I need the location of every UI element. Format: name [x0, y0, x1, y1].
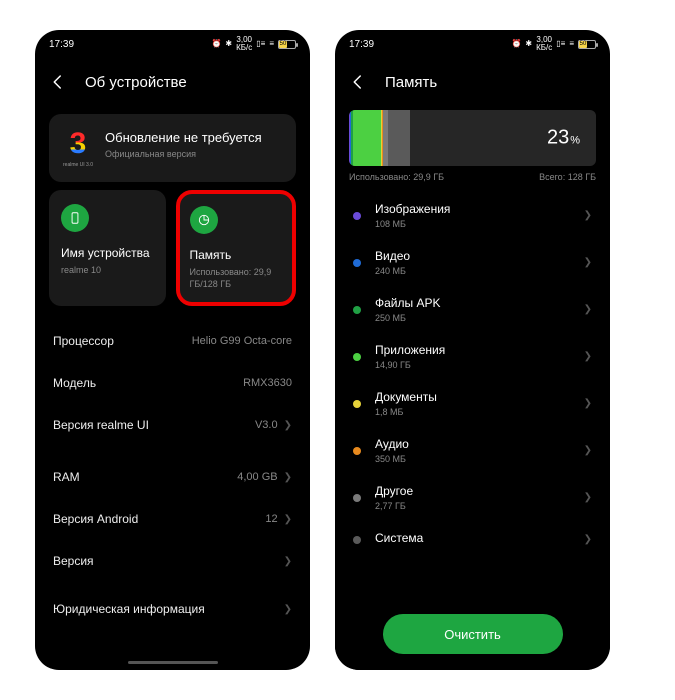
category-title: Другое — [375, 484, 570, 498]
category-title: Видео — [375, 249, 570, 263]
chevron-right-icon: ❯ — [584, 304, 592, 315]
category-dot-icon — [353, 536, 361, 544]
phone-about-device: 17:39 ⏰ ✱ 3,00 КБ/с ▯≡ ≡ 50 Об устройств… — [35, 30, 310, 670]
category-row[interactable]: Система ❯ — [335, 521, 610, 558]
category-row[interactable]: Другое 2,77 ГБ ❯ — [335, 474, 610, 521]
category-dot-icon — [353, 400, 361, 408]
clean-button[interactable]: Очистить — [383, 614, 563, 654]
wifi-like-icon: ≡ — [269, 40, 274, 48]
battery-icon: 50 — [578, 40, 596, 49]
chevron-right-icon: ❯ — [284, 514, 292, 525]
tile-storage[interactable]: Память Использовано: 29,9 ГБ/128 ГБ — [176, 190, 297, 306]
header: Память — [335, 58, 610, 106]
category-title: Документы — [375, 390, 570, 404]
home-indicator[interactable] — [128, 661, 218, 664]
chevron-right-icon: ❯ — [584, 445, 592, 456]
chevron-right-icon: ❯ — [584, 351, 592, 362]
chevron-right-icon: ❯ — [584, 492, 592, 503]
status-icons: ⏰ ✱ 3,00 КБ/с ▯≡ ≡ 50 — [211, 36, 296, 52]
row-android[interactable]: Версия Android 12❯ — [35, 498, 310, 540]
update-card[interactable]: 3 realme UI 3.0 Обновление не требуется … — [49, 114, 296, 182]
category-sub: 250 МБ — [375, 313, 570, 323]
category-dot-icon — [353, 306, 361, 314]
category-sub: 2,77 ГБ — [375, 501, 570, 511]
status-bar: 17:39 ⏰ ✱ 3,00 КБ/с ▯≡ ≡ 50 — [35, 30, 310, 58]
category-sub: 1,8 МБ — [375, 407, 570, 417]
update-text: Обновление не требуется Официальная верс… — [105, 130, 262, 159]
storage-seg — [388, 110, 409, 166]
category-row[interactable]: Видео 240 МБ ❯ — [335, 239, 610, 286]
tiles-row: Имя устройства realme 10 Память Использо… — [49, 190, 296, 306]
chevron-right-icon: ❯ — [284, 604, 292, 615]
category-row[interactable]: Документы 1,8 МБ ❯ — [335, 380, 610, 427]
row-ram[interactable]: RAM 4,00 GB❯ — [35, 456, 310, 498]
wifi-like-icon: ≡ — [569, 40, 574, 48]
realme-ui-logo: 3 realme UI 3.0 — [63, 130, 93, 168]
status-time: 17:39 — [349, 39, 374, 50]
total-label: Всего: 128 ГБ — [539, 172, 596, 182]
category-row[interactable]: Изображения 108 МБ ❯ — [335, 192, 610, 239]
category-title: Файлы APK — [375, 296, 570, 310]
chevron-right-icon: ❯ — [584, 257, 592, 268]
category-title: Изображения — [375, 202, 570, 216]
chevron-right-icon: ❯ — [584, 398, 592, 409]
category-sub: 108 МБ — [375, 219, 570, 229]
status-bar: 17:39 ⏰ ✱ 3,00 КБ/с ▯≡ ≡ 50 — [335, 30, 610, 58]
row-legal[interactable]: Юридическая информация ❯ — [35, 592, 310, 626]
category-row[interactable]: Файлы APK 250 МБ ❯ — [335, 286, 610, 333]
net-speed: 3,00 КБ/с — [236, 36, 252, 52]
category-dot-icon — [353, 259, 361, 267]
alarm-icon: ⏰ — [211, 40, 221, 48]
alarm-icon: ⏰ — [511, 40, 521, 48]
status-time: 17:39 — [49, 39, 74, 50]
update-title: Обновление не требуется — [105, 130, 262, 145]
row-model[interactable]: Модель RMX3630 — [35, 362, 310, 404]
chevron-right-icon: ❯ — [284, 420, 292, 431]
phone-storage: 17:39 ⏰ ✱ 3,00 КБ/с ▯≡ ≡ 50 Память 23% И… — [335, 30, 610, 670]
category-dot-icon — [353, 353, 361, 361]
update-subtitle: Официальная версия — [105, 149, 262, 159]
category-sub: 240 МБ — [375, 266, 570, 276]
bluetooth-icon: ✱ — [225, 40, 232, 48]
category-dot-icon — [353, 212, 361, 220]
storage-usage-bar: 23% — [349, 110, 596, 166]
storage-seg — [353, 110, 381, 166]
category-sub: 350 МБ — [375, 454, 570, 464]
category-row[interactable]: Аудио 350 МБ ❯ — [335, 427, 610, 474]
phone-icon — [61, 204, 89, 232]
page-title: Об устройстве — [85, 74, 187, 91]
row-version[interactable]: Версия ❯ — [35, 540, 310, 582]
category-title: Аудио — [375, 437, 570, 451]
battery-icon: 50 — [278, 40, 296, 49]
category-title: Система — [375, 531, 570, 545]
row-realmeui[interactable]: Версия realme UI V3.0❯ — [35, 404, 310, 446]
chevron-right-icon: ❯ — [584, 534, 592, 545]
tile-device-name[interactable]: Имя устройства realme 10 — [49, 190, 166, 306]
back-icon[interactable] — [49, 73, 67, 91]
category-dot-icon — [353, 447, 361, 455]
usage-percent: 23% — [547, 127, 580, 150]
status-icons: ⏰ ✱ 3,00 КБ/с ▯≡ ≡ 50 — [511, 36, 596, 52]
category-sub: 14,90 ГБ — [375, 360, 570, 370]
chevron-right-icon: ❯ — [284, 472, 292, 483]
storage-pie-icon — [190, 206, 218, 234]
net-speed: 3,00 КБ/с — [536, 36, 552, 52]
category-row[interactable]: Приложения 14,90 ГБ ❯ — [335, 333, 610, 380]
category-title: Приложения — [375, 343, 570, 357]
signal-icon: ▯≡ — [556, 40, 565, 48]
chevron-right-icon: ❯ — [284, 556, 292, 567]
bluetooth-icon: ✱ — [525, 40, 532, 48]
storage-meta: Использовано: 29,9 ГБ Всего: 128 ГБ — [349, 172, 596, 182]
row-cpu[interactable]: Процессор Helio G99 Octa-core — [35, 320, 310, 362]
spec-rows: Процессор Helio G99 Octa-core Модель RMX… — [35, 320, 310, 626]
chevron-right-icon: ❯ — [584, 210, 592, 221]
page-title: Память — [385, 74, 437, 91]
signal-icon: ▯≡ — [256, 40, 265, 48]
header: Об устройстве — [35, 58, 310, 106]
category-list: Изображения 108 МБ ❯ Видео 240 МБ ❯ Файлы APK 2… — [335, 192, 610, 558]
category-dot-icon — [353, 494, 361, 502]
back-icon[interactable] — [349, 73, 367, 91]
used-label: Использовано: 29,9 ГБ — [349, 172, 444, 182]
